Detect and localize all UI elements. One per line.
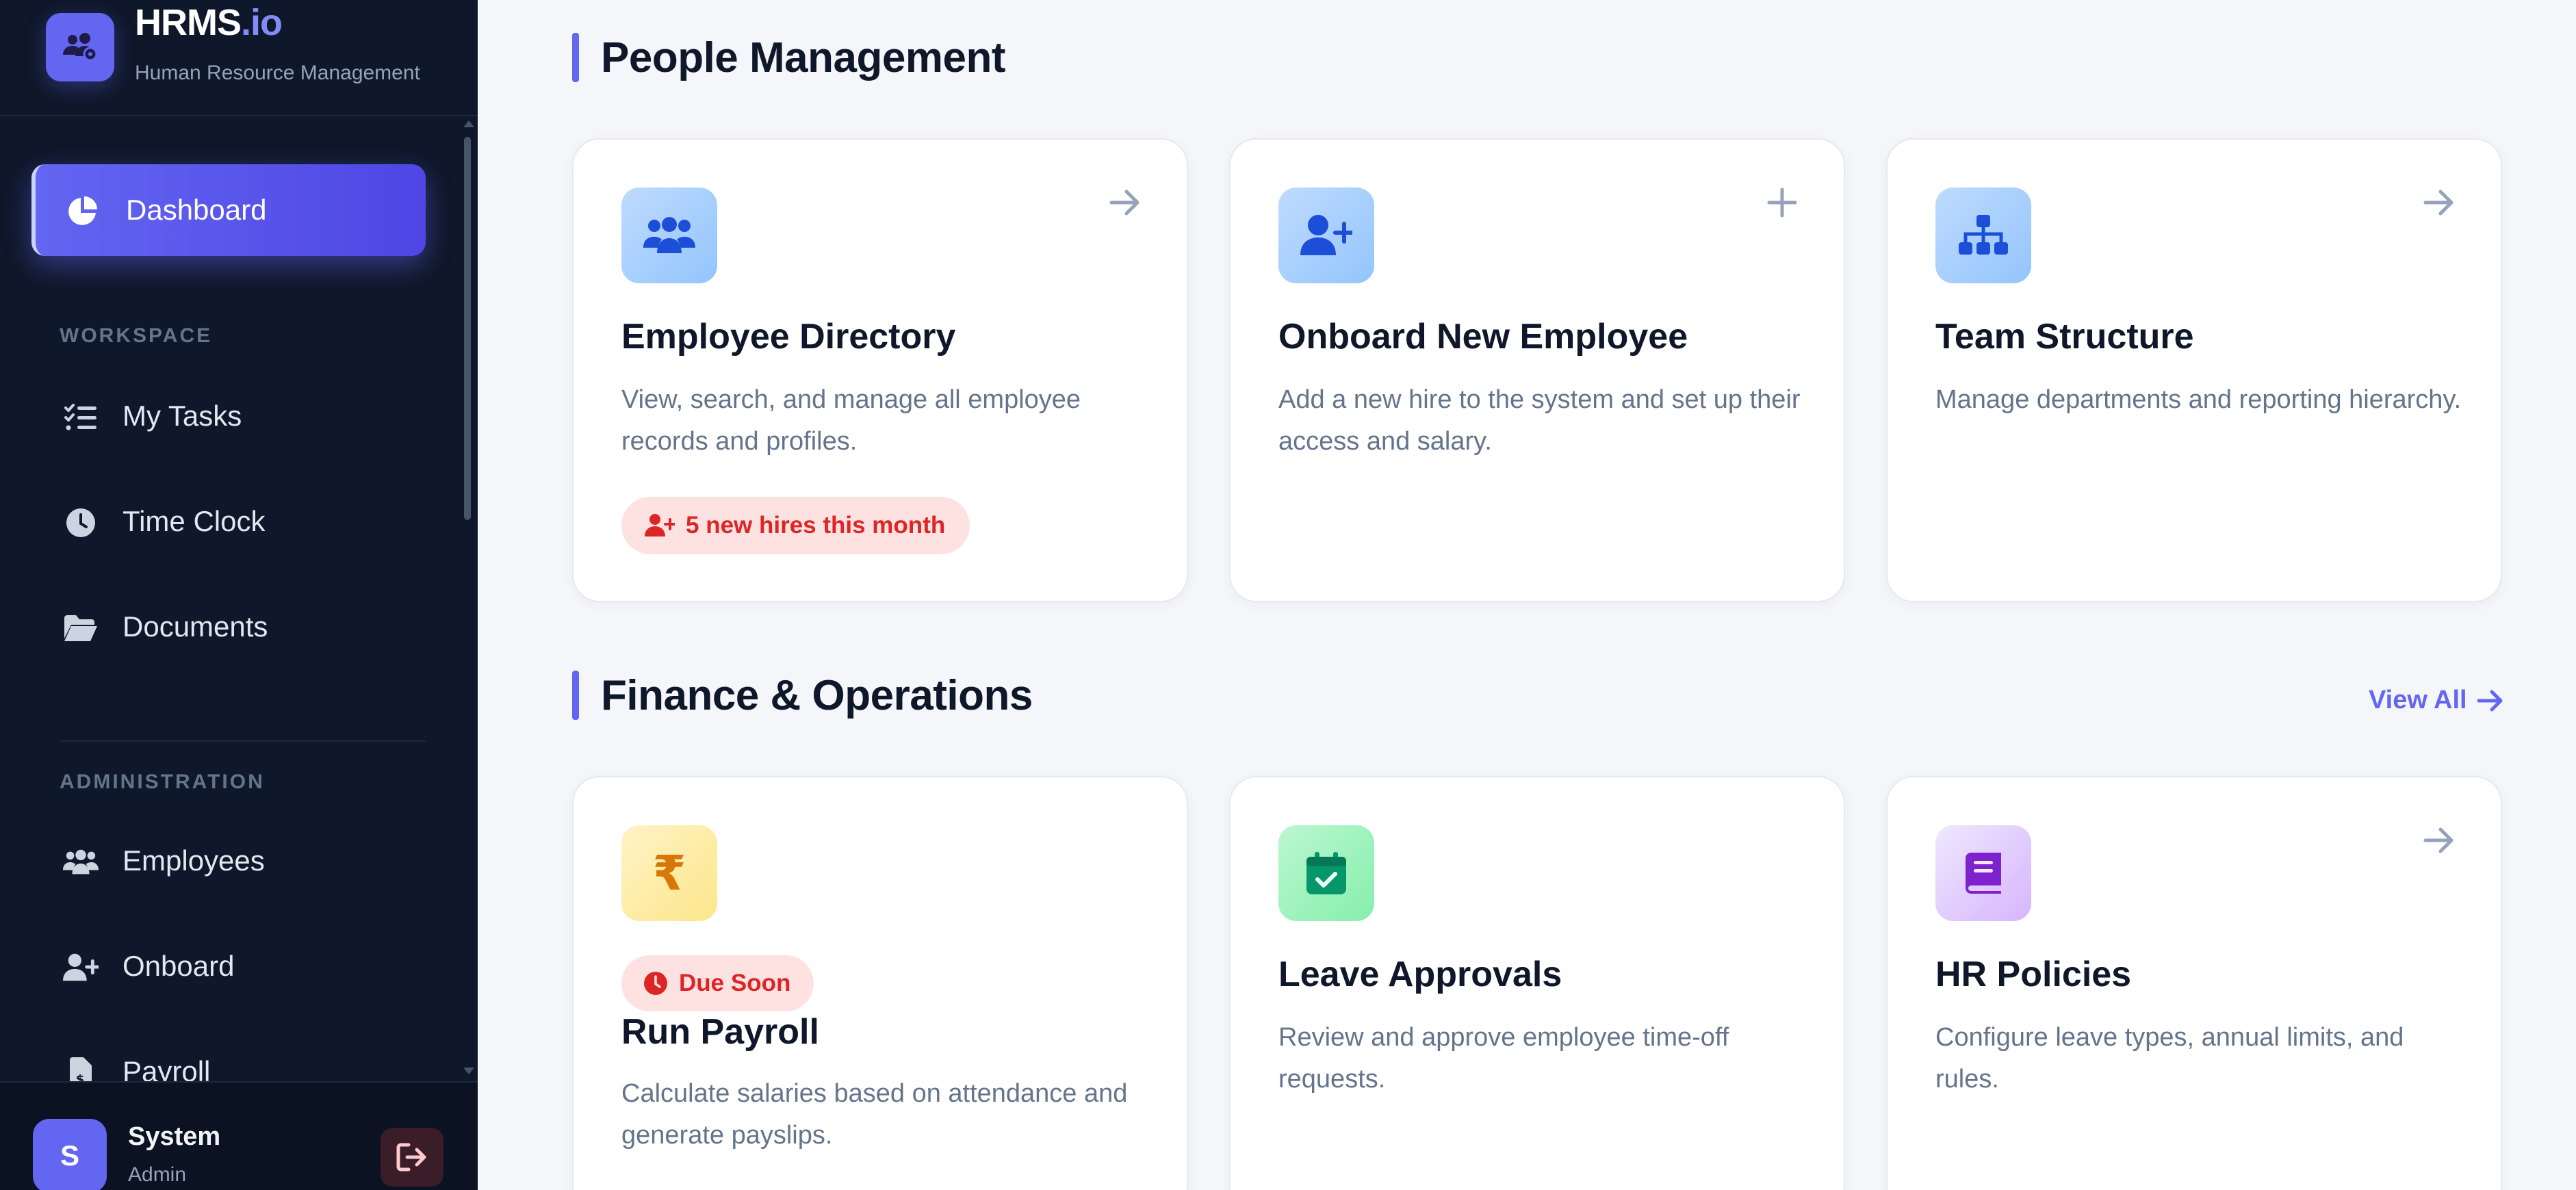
card-title: Leave Approvals xyxy=(1278,955,1562,994)
section-label-administration: ADMINISTRATION xyxy=(60,771,265,793)
arrow-right-icon[interactable] xyxy=(2420,821,2458,859)
card-hr-policies[interactable]: HR Policies Configure leave types, annua… xyxy=(1886,776,2502,1190)
logout-button[interactable] xyxy=(381,1128,443,1187)
sidebar-item-label: Dashboard xyxy=(126,194,267,226)
main-content: People Management Employee Directory Vie… xyxy=(478,0,2576,1190)
plus-icon[interactable] xyxy=(1763,183,1801,222)
section-header-finance: Finance & Operations xyxy=(572,671,1033,720)
users-icon xyxy=(621,187,717,283)
arrow-right-icon xyxy=(2477,690,2503,711)
user-plus-icon xyxy=(1278,187,1374,283)
card-onboard-new-employee[interactable]: Onboard New Employee Add a new hire to t… xyxy=(1229,138,1845,602)
arrow-right-icon[interactable] xyxy=(1106,183,1144,222)
user-panel: S System Admin xyxy=(0,1081,478,1190)
sidebar-item-label: Onboard xyxy=(123,950,235,982)
user-plus-icon xyxy=(63,953,99,983)
sidebar-item-my-tasks[interactable]: My Tasks xyxy=(31,375,426,457)
section-title: People Management xyxy=(601,34,1005,81)
org-chart-icon xyxy=(1935,187,2031,283)
clock-icon xyxy=(63,508,99,538)
badge-label: Due Soon xyxy=(679,970,791,996)
card-title: Run Payroll xyxy=(621,1012,819,1052)
brand-logo-icon[interactable] xyxy=(46,13,114,81)
card-run-payroll[interactable]: ₹ Due Soon Run Payroll Calculate salarie… xyxy=(572,776,1188,1190)
card-title: Employee Directory xyxy=(621,317,956,357)
badge-label: 5 new hires this month xyxy=(686,512,946,539)
arrow-right-icon[interactable] xyxy=(2420,183,2458,222)
users-icon xyxy=(63,847,99,877)
logout-icon xyxy=(396,1143,426,1172)
sidebar-item-documents[interactable]: Documents xyxy=(31,586,426,668)
card-description: Configure leave types, annual limits, an… xyxy=(1935,1023,2404,1094)
card-title: Onboard New Employee xyxy=(1278,317,1688,357)
book-icon xyxy=(1935,825,2031,921)
card-employee-directory[interactable]: Employee Directory View, search, and man… xyxy=(572,138,1188,602)
user-plus-icon xyxy=(645,514,675,536)
card-description: View, search, and manage all employee re… xyxy=(621,385,1081,456)
section-header-people: People Management xyxy=(572,33,1005,82)
view-all-link[interactable]: View All xyxy=(2369,686,2504,715)
card-leave-approvals[interactable]: Leave Approvals Review and approve emplo… xyxy=(1229,776,1845,1190)
sidebar-item-dashboard[interactable]: Dashboard xyxy=(31,164,426,256)
card-title: Team Structure xyxy=(1935,317,2194,357)
sidebar-item-label: My Tasks xyxy=(123,400,242,432)
sidebar-item-time-clock[interactable]: Time Clock xyxy=(31,480,426,562)
app-title: HRMS.io xyxy=(135,2,283,43)
section-title: Finance & Operations xyxy=(601,671,1033,719)
section-accent-bar xyxy=(572,671,579,720)
scroll-down-arrow[interactable] xyxy=(463,1068,474,1074)
sidebar-item-label: Documents xyxy=(123,610,268,643)
section-accent-bar xyxy=(572,33,579,82)
folder-open-icon xyxy=(63,613,99,643)
card-description: Review and approve employee time-off req… xyxy=(1278,1023,1729,1094)
card-description: Add a new hire to the system and set up … xyxy=(1278,385,1801,456)
brand-header: HRMS.io Human Resource Management xyxy=(0,0,478,116)
app-subtitle: Human Resource Management xyxy=(135,62,420,84)
card-team-structure[interactable]: Team Structure Manage departments and re… xyxy=(1886,138,2502,602)
user-name: System xyxy=(128,1122,221,1151)
due-soon-badge: Due Soon xyxy=(621,955,814,1011)
card-description: Calculate salaries based on attendance a… xyxy=(621,1079,1128,1150)
view-all-label: View All xyxy=(2369,686,2467,714)
calendar-check-icon xyxy=(1278,825,1374,921)
scroll-up-arrow[interactable] xyxy=(463,120,474,127)
sidebar-item-label: Employees xyxy=(123,844,265,877)
pie-chart-icon xyxy=(66,195,99,231)
avatar[interactable]: S xyxy=(33,1119,107,1190)
sidebar-scrollbar[interactable] xyxy=(464,137,471,520)
card-description: Manage departments and reporting hierarc… xyxy=(1935,385,2462,414)
clock-icon xyxy=(644,972,667,995)
sidebar-divider xyxy=(60,740,426,742)
card-title: HR Policies xyxy=(1935,955,2132,994)
section-label-workspace: WORKSPACE xyxy=(60,324,213,347)
sidebar-item-onboard[interactable]: Onboard xyxy=(31,925,426,1007)
new-hires-badge: 5 new hires this month xyxy=(621,497,970,554)
sidebar-item-employees[interactable]: Employees xyxy=(31,820,426,902)
rupee-icon: ₹ xyxy=(621,825,717,921)
sidebar: HRMS.io Human Resource Management Dashbo… xyxy=(0,0,478,1190)
task-list-icon xyxy=(63,402,99,432)
sidebar-item-label: Time Clock xyxy=(123,505,266,537)
user-role: Admin xyxy=(128,1163,187,1186)
